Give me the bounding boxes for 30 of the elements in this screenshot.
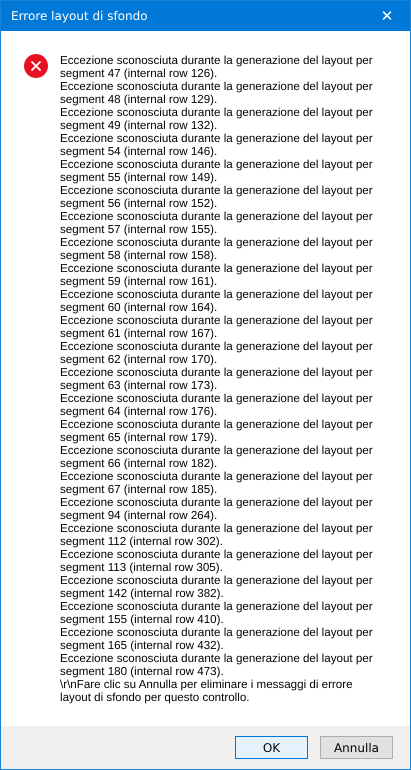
error-message: Eccezione sconosciuta durante la generazione del layout per segment 64 (internal row 176). bbox=[60, 392, 373, 418]
window-title: Errore layout di sfondo bbox=[11, 9, 148, 23]
error-message: Eccezione sconosciuta durante la generazione del layout per segment 180 (internal row 473). bbox=[60, 652, 373, 678]
error-message: Eccezione sconosciuta durante la generazione del layout per segment 49 (internal row 132). bbox=[60, 106, 373, 132]
error-message: Eccezione sconosciuta durante la generazione del layout per segment 142 (internal row 382). bbox=[60, 574, 373, 600]
error-message: Eccezione sconosciuta durante la generazione del layout per segment 60 (internal row 164). bbox=[60, 288, 373, 314]
error-message: Eccezione sconosciuta durante la generazione del layout per segment 165 (internal row 432). bbox=[60, 626, 373, 652]
error-message: Eccezione sconosciuta durante la generazione del layout per segment 63 (internal row 173). bbox=[60, 366, 373, 392]
close-button[interactable]: ✕ bbox=[364, 1, 410, 31]
error-message: Eccezione sconosciuta durante la generazione del layout per segment 155 (internal row 410). bbox=[60, 600, 373, 626]
error-message: Eccezione sconosciuta durante la generazione del layout per segment 113 (internal row 305). bbox=[60, 548, 373, 574]
instruction-text: \r\nFare clic su Annulla per eliminare i messaggi di errore layout di sfondo per questo controllo. bbox=[60, 678, 354, 704]
error-message: Eccezione sconosciuta durante la generazione del layout per segment 67 (internal row 185). bbox=[60, 470, 373, 496]
error-message: Eccezione sconosciuta durante la generazione del layout per segment 47 (internal row 126). bbox=[60, 54, 373, 80]
error-message: Eccezione sconosciuta durante la generazione del layout per segment 57 (internal row 155). bbox=[60, 210, 373, 236]
cancel-button[interactable]: Annulla bbox=[320, 736, 393, 759]
error-icon bbox=[24, 54, 48, 78]
error-message: Eccezione sconosciuta durante la generazione del layout per segment 48 (internal row 129). bbox=[60, 80, 373, 106]
error-message: Eccezione sconosciuta durante la generazione del layout per segment 62 (internal row 170). bbox=[60, 340, 373, 366]
error-message: Eccezione sconosciuta durante la generazione del layout per segment 112 (internal row 302). bbox=[60, 522, 373, 548]
ok-button[interactable]: OK bbox=[235, 736, 308, 759]
error-message: Eccezione sconosciuta durante la generazione del layout per segment 59 (internal row 161). bbox=[60, 262, 373, 288]
error-message: Eccezione sconosciuta durante la generazione del layout per segment 66 (internal row 182). bbox=[60, 444, 373, 470]
error-message: Eccezione sconosciuta durante la generazione del layout per segment 54 (internal row 146). bbox=[60, 132, 373, 158]
error-message: Eccezione sconosciuta durante la generazione del layout per segment 94 (internal row 264). bbox=[60, 496, 373, 522]
error-message: Eccezione sconosciuta durante la generazione del layout per segment 58 (internal row 158). bbox=[60, 236, 373, 262]
error-message: Eccezione sconosciuta durante la generazione del layout per segment 55 (internal row 149). bbox=[60, 158, 373, 184]
error-message: Eccezione sconosciuta durante la generazione del layout per segment 61 (internal row 167). bbox=[60, 314, 373, 340]
error-message: Eccezione sconosciuta durante la generazione del layout per segment 65 (internal row 179). bbox=[60, 418, 373, 444]
error-message: Eccezione sconosciuta durante la generazione del layout per segment 56 (internal row 152). bbox=[60, 184, 373, 210]
